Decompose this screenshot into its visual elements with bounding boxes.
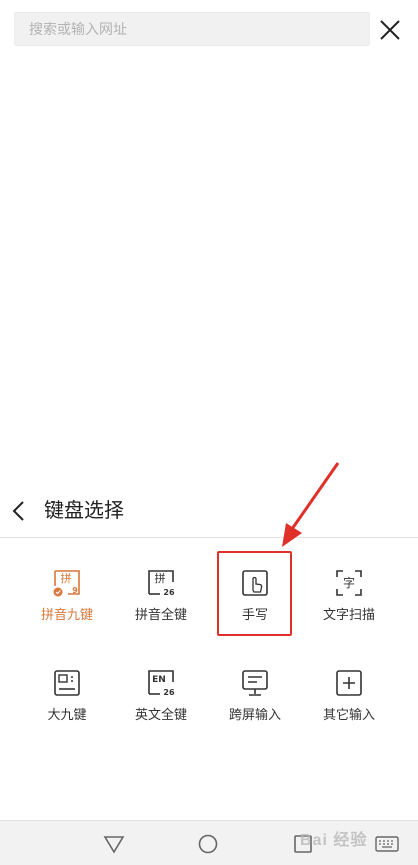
panel-title: 键盘选择 <box>44 500 124 522</box>
keyboard-option-label: 拼音全键 <box>134 607 187 622</box>
icon-char-pin: 拼 <box>155 571 166 585</box>
icon-char-26: 26 <box>163 588 175 597</box>
search-input[interactable]: 搜索或输入网址 <box>14 12 370 46</box>
icon-char-zi: 字 <box>343 575 355 590</box>
keyboard-option-label: 手写 <box>241 607 268 622</box>
keyboard-option-label: 拼音九键 <box>40 607 93 622</box>
keyboard-option-label: 文字扫描 <box>322 607 375 622</box>
keyboard-grid: 拼 9 拼音九键 拼 26 拼音全键 手写 字 文字扫描 大九键 EN 26 英… <box>0 539 418 819</box>
watermark: Bai 经验 <box>300 832 368 849</box>
keyboard-option-pinyin-full[interactable]: 拼 26 拼音全键 <box>114 568 208 648</box>
icon-char-en: EN <box>152 675 166 685</box>
keyboard-option-other-input[interactable]: 其它输入 <box>302 668 396 748</box>
keyboard-option-big-nine[interactable]: 大九键 <box>20 668 114 748</box>
keyboard-option-label: 其它输入 <box>322 707 375 722</box>
home-circle-icon[interactable] <box>197 833 219 855</box>
handwriting-icon <box>242 570 268 596</box>
english-full-key-icon: EN 26 <box>148 670 175 697</box>
icon-char-nine: 9 <box>72 586 78 595</box>
pinyin-full-key-icon: 拼 26 <box>148 570 175 597</box>
keyboard-option-text-scan[interactable]: 字 文字扫描 <box>302 568 396 648</box>
pinyin-nine-key-icon: 拼 9 <box>53 570 80 597</box>
other-input-icon <box>336 670 362 696</box>
keyboard-icon[interactable] <box>374 833 400 855</box>
top-bar: 搜索或输入网址 <box>0 0 418 60</box>
close-icon[interactable] <box>376 16 404 44</box>
keyboard-option-label: 跨屏输入 <box>228 707 281 722</box>
text-scan-icon: 字 <box>336 570 362 596</box>
keyboard-option-pinyin-nine[interactable]: 拼 9 拼音九键 <box>20 568 114 648</box>
back-icon[interactable] <box>8 498 32 524</box>
back-triangle-icon[interactable] <box>103 833 125 855</box>
icon-char-26: 26 <box>163 688 175 697</box>
keyboard-option-handwriting[interactable]: 手写 <box>208 568 302 648</box>
keyboard-option-label: 大九键 <box>47 707 87 722</box>
keyboard-panel-header: 键盘选择 <box>0 486 418 538</box>
icon-char-pin: 拼 <box>61 571 72 585</box>
keyboard-option-english-full[interactable]: EN 26 英文全键 <box>114 668 208 748</box>
big-nine-key-icon <box>54 670 80 696</box>
keyboard-option-cross-screen[interactable]: 跨屏输入 <box>208 668 302 748</box>
search-placeholder: 搜索或输入网址 <box>29 21 127 37</box>
cross-screen-icon <box>242 670 268 696</box>
keyboard-option-label: 英文全键 <box>134 707 187 722</box>
